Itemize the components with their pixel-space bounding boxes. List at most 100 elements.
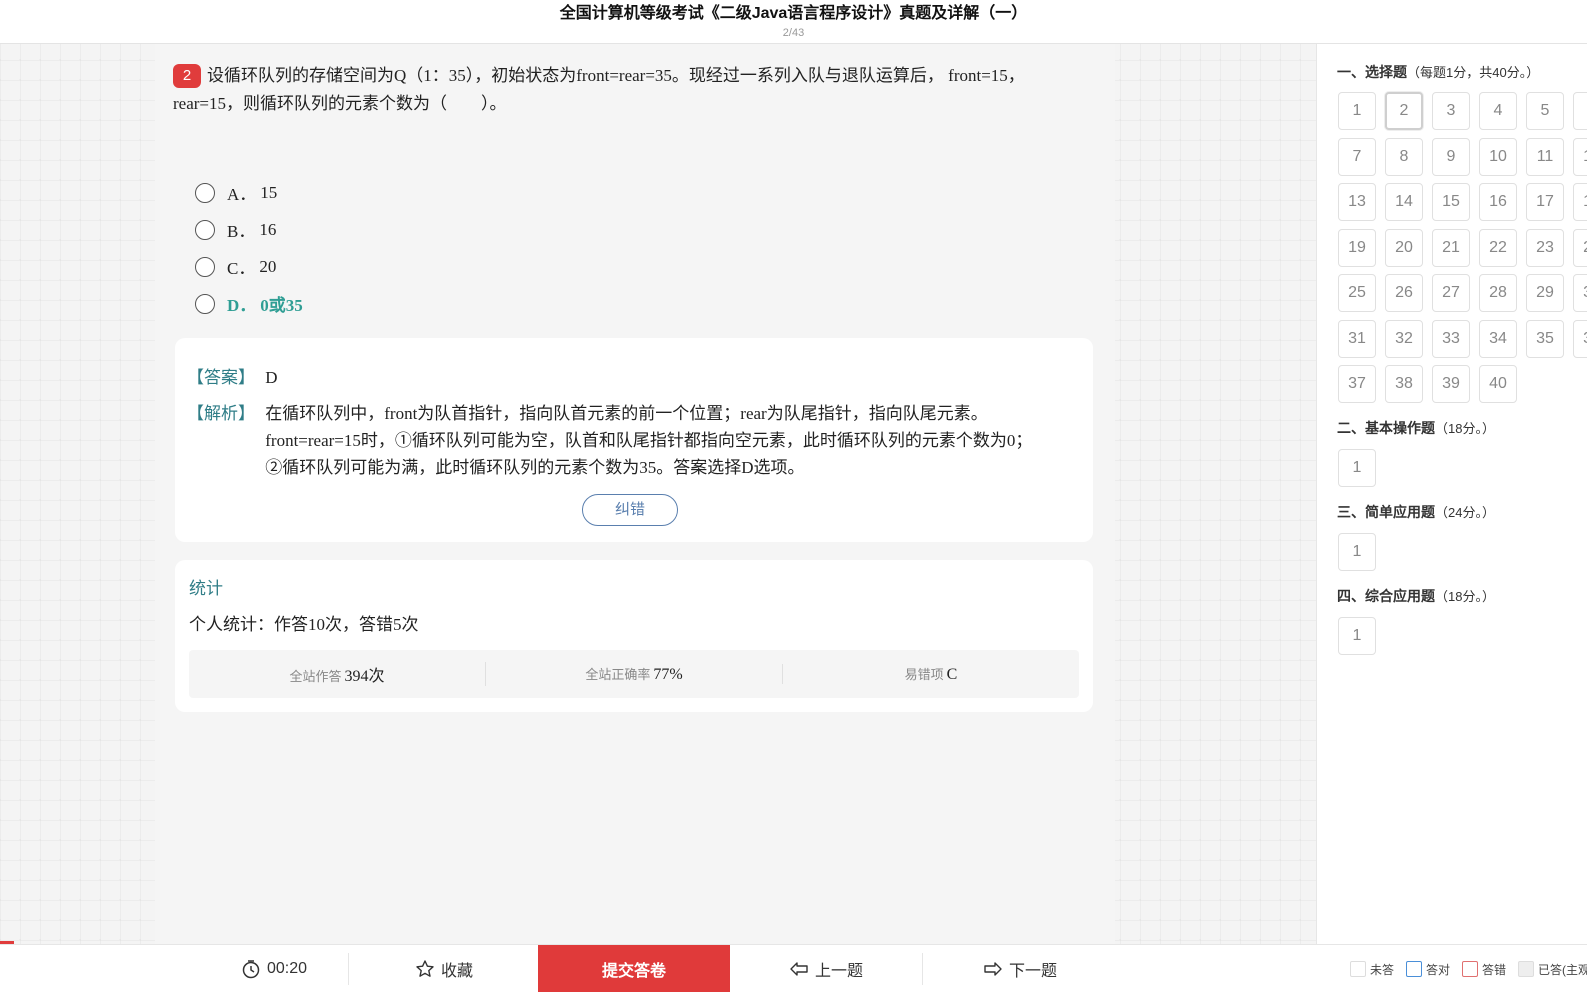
stats-title: 统计 (189, 579, 223, 598)
radio-icon[interactable] (195, 256, 215, 277)
option-letter: A． (227, 185, 257, 204)
option-letter: C． (227, 259, 256, 278)
legend-unanswered: 未答 (1350, 961, 1394, 978)
question-cell[interactable]: 7 (1338, 137, 1376, 176)
question-cell[interactable]: 35 (1526, 319, 1564, 358)
question-cell[interactable]: 36 (1573, 319, 1587, 358)
question-cell[interactable]: 15 (1432, 183, 1470, 221)
answer-tag: 【答案】 (187, 368, 255, 387)
prev-question-button[interactable]: 上一题 (730, 945, 922, 992)
option-text: 15 (260, 182, 278, 202)
question-cell[interactable]: 21 (1432, 228, 1470, 267)
personal-stats: 个人统计：作答10次，答错5次 (189, 615, 419, 634)
question-text-line1: 设循环队列的存储空间为Q（1：35），初始状态为front=rear=35。现经… (207, 66, 1025, 85)
question-cell[interactable]: 13 (1338, 183, 1376, 221)
question-cell[interactable]: 25 (1338, 274, 1376, 312)
question-cell[interactable]: 27 (1432, 274, 1470, 312)
question-cell[interactable]: 1 (1338, 533, 1376, 571)
answer-row: 【答案】 D (187, 364, 278, 391)
site-answers-label: 全站作答 (289, 669, 342, 684)
question-cell[interactable]: 26 (1385, 274, 1423, 312)
exam-title: 全国计算机等级考试《二级Java语言程序设计》真题及详解（一） (559, 5, 1028, 22)
legend-correct: 答对 (1406, 961, 1450, 978)
question-cell[interactable]: 18 (1573, 183, 1587, 221)
question-cell[interactable]: 14 (1385, 183, 1423, 221)
question-cell[interactable]: 11 (1526, 137, 1564, 176)
radio-icon[interactable] (195, 182, 215, 203)
option-c[interactable]: C． 20 (195, 248, 303, 285)
answer-value: D (265, 368, 278, 387)
question-cell[interactable]: 1 (1338, 449, 1376, 487)
question-cell[interactable]: 31 (1338, 319, 1376, 358)
answer-card: 【答案】 D 【解析】 在循环队列中，front为队首指针，指向队首元素的前一个… (175, 338, 1093, 542)
next-label: 下一题 (1008, 963, 1057, 980)
option-d[interactable]: D． 0或35 (195, 285, 303, 322)
arrow-right-icon (984, 962, 1002, 976)
site-stats-bar: 全站作答 394次 全站正确率 77% 易错项 C (189, 650, 1079, 698)
radio-icon[interactable] (195, 293, 215, 314)
question-cell[interactable]: 40 (1479, 365, 1517, 403)
question-cell[interactable]: 2 (1385, 92, 1423, 130)
section-name: 四、综合应用题 (1337, 588, 1435, 604)
question-stem: 2 设循环队列的存储空间为Q（1：35），初始状态为front=rear=35。现… (173, 62, 1093, 118)
question-cell[interactable]: 28 (1479, 274, 1517, 312)
favorite-button[interactable]: 收藏 (350, 945, 538, 992)
question-cell[interactable]: 38 (1385, 365, 1423, 403)
legend-label: 已答(主观 (1538, 962, 1587, 977)
question-cell[interactable]: 39 (1432, 365, 1470, 403)
common-wrong: 易错项 C (783, 664, 1079, 684)
analysis-line2: front=rear=15时，①循环队列可能为空，队首和队尾指针都指向空元素，此… (265, 431, 1033, 450)
site-answers: 全站作答 394次 (189, 662, 486, 686)
legend-wrong: 答错 (1462, 961, 1506, 978)
question-cell[interactable]: 23 (1526, 228, 1564, 267)
question-cell[interactable]: 19 (1338, 228, 1376, 267)
favorite-label: 收藏 (440, 963, 473, 980)
arrow-left-icon (790, 962, 808, 976)
analysis-row: 【解析】 在循环队列中，front为队首指针，指向队首元素的前一个位置；rear… (187, 400, 1073, 481)
question-cell[interactable]: 20 (1385, 228, 1423, 267)
question-cell[interactable]: 6 (1573, 92, 1587, 130)
analysis-line3: ②循环队列可能为满，此时循环队列的元素个数为35。答案选择D选项。 (265, 458, 805, 477)
option-b[interactable]: B． 16 (195, 211, 303, 248)
submit-button[interactable]: 提交答卷 (538, 945, 730, 992)
question-cell[interactable]: 24 (1573, 228, 1587, 267)
divider (922, 953, 923, 985)
site-answers-value: 394次 (344, 668, 385, 685)
question-cell[interactable]: 32 (1385, 319, 1423, 358)
question-cell[interactable]: 30 (1573, 274, 1587, 312)
question-cell[interactable]: 10 (1479, 137, 1517, 176)
site-accuracy: 全站正确率 77% (486, 664, 783, 684)
question-cell[interactable]: 33 (1432, 319, 1470, 358)
question-cell[interactable]: 16 (1479, 183, 1517, 221)
question-cell[interactable]: 37 (1338, 365, 1376, 403)
option-letter: D． (227, 296, 257, 315)
question-cell[interactable]: 4 (1479, 92, 1517, 130)
site-accuracy-value: 77% (653, 666, 683, 683)
correct-swatch (1406, 961, 1423, 977)
section-title-basic: 二、基本操作题（18分。） (1337, 418, 1495, 438)
question-cell[interactable]: 8 (1385, 137, 1423, 176)
question-cell[interactable]: 12 (1573, 137, 1587, 176)
question-cell[interactable]: 29 (1526, 274, 1564, 312)
question-cell[interactable]: 1 (1338, 92, 1376, 130)
question-text-line2: rear=15，则循环队列的元素个数为（ ）。 (173, 94, 507, 113)
section-note: （24分。） (1435, 505, 1495, 520)
progress-indicator (0, 941, 14, 944)
legend-label: 答错 (1482, 962, 1507, 977)
radio-icon[interactable] (195, 219, 215, 240)
question-cell[interactable]: 3 (1432, 92, 1470, 130)
option-a[interactable]: A． 15 (195, 174, 303, 211)
section-title-comprehensive: 四、综合应用题（18分。） (1337, 586, 1495, 606)
question-cell[interactable]: 9 (1432, 137, 1470, 176)
question-cell[interactable]: 1 (1338, 617, 1376, 655)
analysis-text: 在循环队列中，front为队首指针，指向队首元素的前一个位置；rear为队尾指针… (265, 400, 1073, 481)
question-cell[interactable]: 34 (1479, 319, 1517, 358)
bottom-toolbar: 00:20 收藏 提交答卷 上一题 下一题 未答 答对 答错 已答(主观 (0, 941, 1587, 992)
next-question-button[interactable]: 下一题 (924, 945, 1116, 992)
question-cell[interactable]: 17 (1526, 183, 1564, 221)
question-cell[interactable]: 22 (1479, 228, 1517, 267)
report-error-button[interactable]: 纠错 (582, 494, 678, 526)
page-indicator: 2/43 (782, 27, 805, 39)
question-cell[interactable]: 5 (1526, 92, 1564, 130)
option-text: 0或35 (260, 296, 303, 315)
